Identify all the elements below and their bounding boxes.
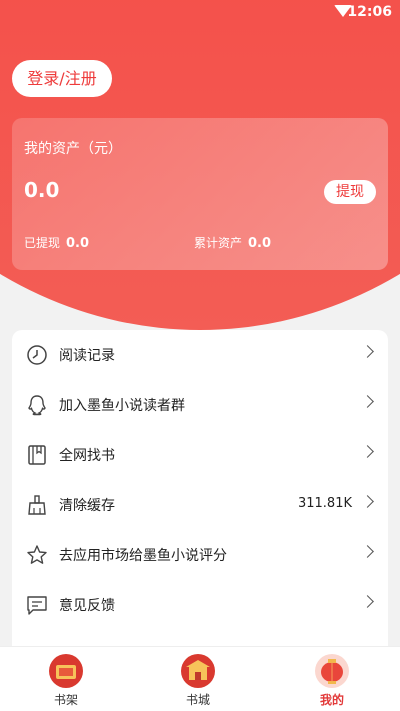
tab-label: 书城 <box>185 693 210 707</box>
tab-label: 我的 <box>319 693 344 707</box>
menu-item-find-books[interactable]: 全网找书 <box>12 430 388 480</box>
withdrawn-label: 已提现 <box>24 236 61 250</box>
total-assets-value: 0.0 <box>248 236 272 251</box>
chevron-right-icon <box>361 495 374 508</box>
chevron-right-icon <box>361 595 374 608</box>
login-register-button[interactable]: 登录/注册 <box>12 60 112 97</box>
menu-item-clear-cache[interactable]: 清除缓存 311.81K <box>12 480 388 530</box>
menu-item-reading-history[interactable]: 阅读记录 <box>12 330 388 380</box>
asset-amount: 0.0 <box>24 178 60 202</box>
menu-item-label: 清除缓存 <box>59 498 115 514</box>
total-assets-summary: 累计资产 0.0 <box>194 234 271 251</box>
settings-menu: 阅读记录 加入墨鱼小说读者群 全网找书 清除缓存 311.81K 去应用市场给墨… <box>12 330 388 650</box>
book-icon <box>28 445 46 465</box>
status-bar: 12:06 <box>0 0 400 24</box>
star-icon <box>27 545 47 564</box>
chevron-right-icon <box>361 545 374 558</box>
bookstore-icon <box>181 654 215 688</box>
menu-item-label: 阅读记录 <box>59 348 115 364</box>
status-time: 12:06 <box>347 4 392 20</box>
asset-title: 我的资产（元） <box>24 141 122 157</box>
asset-card: 我的资产（元） 0.0 提现 已提现 0.0 累计资产 0.0 <box>12 118 388 270</box>
bottom-tab-bar: 书架 书城 我的 <box>0 646 400 711</box>
menu-item-label: 意见反馈 <box>59 598 115 614</box>
withdrawn-summary: 已提现 0.0 <box>24 234 89 251</box>
broom-icon <box>28 495 46 515</box>
menu-item-label: 全网找书 <box>59 448 115 464</box>
withdrawn-value: 0.0 <box>66 236 90 251</box>
menu-item-label: 去应用市场给墨鱼小说评分 <box>59 548 227 564</box>
menu-item-feedback[interactable]: 意见反馈 <box>12 580 388 630</box>
total-assets-label: 累计资产 <box>194 236 243 250</box>
chevron-right-icon <box>361 445 374 458</box>
menu-item-rate-app[interactable]: 去应用市场给墨鱼小说评分 <box>12 530 388 580</box>
tab-label: 书架 <box>53 693 78 707</box>
chevron-right-icon <box>361 345 374 358</box>
cache-size-value: 311.81K <box>297 496 352 511</box>
clock-icon <box>27 345 47 365</box>
tab-bookstore[interactable]: 书城 <box>158 651 238 709</box>
withdraw-button[interactable]: 提现 <box>324 180 376 204</box>
chevron-right-icon <box>361 395 374 408</box>
bookshelf-icon <box>49 654 83 688</box>
lantern-icon <box>315 654 349 688</box>
menu-item-join-reader-group[interactable]: 加入墨鱼小说读者群 <box>12 380 388 430</box>
tab-mine[interactable]: 我的 <box>292 651 372 709</box>
feedback-icon <box>27 596 47 615</box>
tab-bookshelf[interactable]: 书架 <box>26 651 106 709</box>
qq-icon <box>28 395 46 416</box>
menu-item-label: 加入墨鱼小说读者群 <box>59 398 185 414</box>
